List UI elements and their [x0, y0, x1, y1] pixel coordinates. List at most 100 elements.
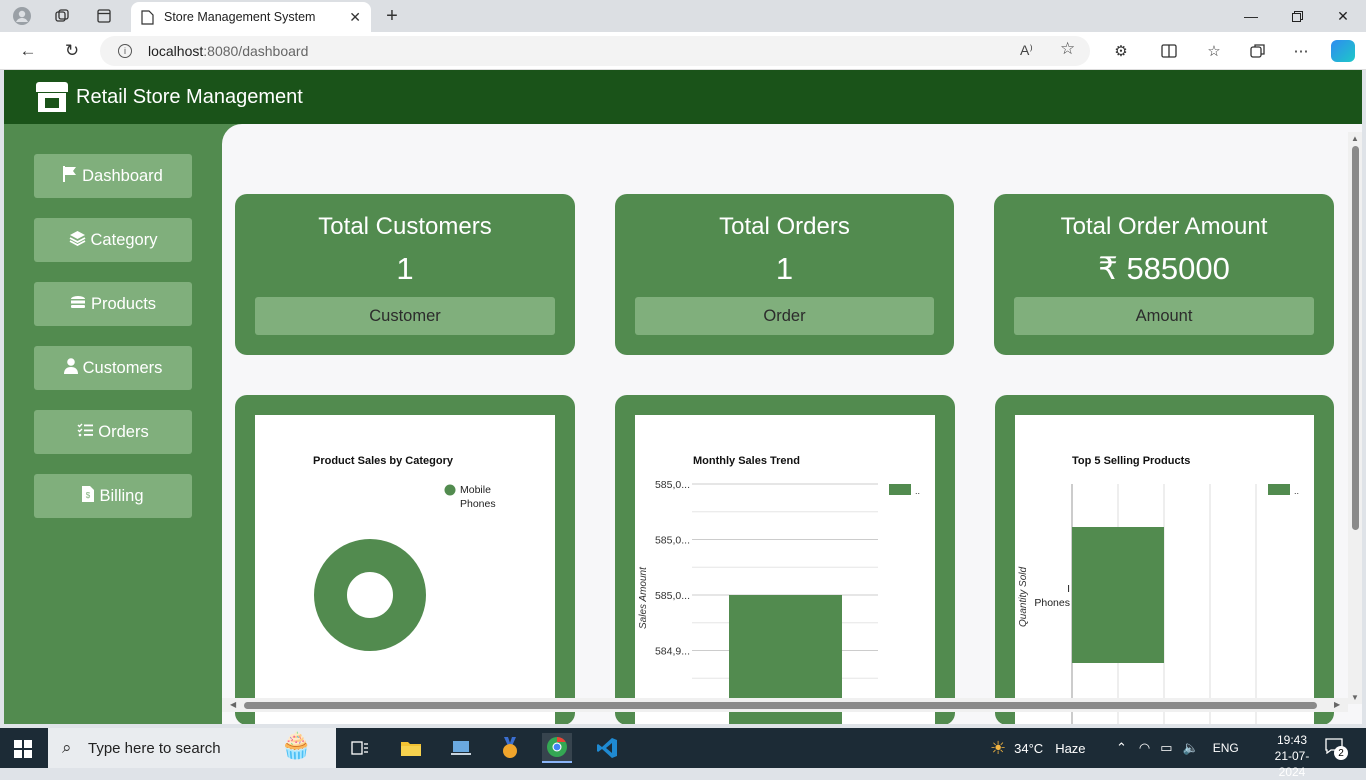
sidebar-item-customers[interactable]: Customers [34, 346, 192, 390]
sidebar-item-label: Category [90, 230, 158, 249]
layers-icon [69, 230, 86, 250]
profile-icon[interactable] [12, 6, 32, 26]
site-info-icon[interactable]: i [118, 44, 132, 58]
language-indicator[interactable]: ENG [1213, 741, 1239, 755]
new-tab-icon[interactable]: + [382, 5, 402, 27]
vertical-scrollbar[interactable]: ▲ ▼ [1348, 132, 1362, 704]
workspaces-icon[interactable] [52, 6, 72, 26]
stack-icon [70, 295, 86, 313]
legend-label: Phones [460, 498, 496, 510]
chart-panel: Monthly Sales Trend 585,0... 585,0... 585,0… [635, 415, 935, 724]
scroll-thumb[interactable] [1352, 146, 1359, 530]
stat-card-amount: Total Order Amount ₹ 585000 Amount [994, 194, 1334, 355]
legend-label: .. [1294, 486, 1299, 496]
tab-active[interactable]: Store Management System ✕ [131, 2, 371, 32]
scroll-down-icon[interactable]: ▼ [1351, 693, 1359, 702]
stat-value: ₹ 585000 [1098, 251, 1230, 286]
weather-widget[interactable]: ☀ 34°C Haze [990, 728, 1086, 768]
collections-icon[interactable] [1247, 40, 1269, 62]
chart-card-top-products: Top 5 Selling Products I Phones Quantity So… [995, 395, 1334, 724]
cupcake-icon: 🧁 [280, 730, 313, 760]
clock[interactable]: 19:43 21-07-2024 [1262, 732, 1322, 780]
minimize-icon[interactable]: — [1236, 4, 1266, 28]
pie-slice [314, 539, 426, 651]
chrome-icon[interactable] [542, 733, 572, 763]
notifications-icon[interactable]: 2 [1325, 738, 1348, 760]
sidebar-item-orders[interactable]: Orders [34, 410, 192, 454]
scroll-left-icon[interactable]: ◀ [230, 700, 236, 709]
chevron-up-icon[interactable]: ⌃ [1116, 740, 1127, 756]
order-button[interactable]: Order [635, 297, 934, 335]
sidebar-item-category[interactable]: Category [34, 218, 192, 262]
copilot-icon[interactable] [1331, 40, 1355, 62]
clock-time: 19:43 [1276, 733, 1308, 747]
sidebar-item-label: Products [90, 294, 157, 313]
stat-value: 1 [775, 251, 794, 286]
task-view-icon[interactable] [345, 733, 375, 763]
split-screen-icon[interactable] [1158, 40, 1180, 62]
browser-tab-bar: Store Management System ✕ + — ✕ [0, 0, 1366, 32]
more-menu-icon[interactable]: ⋯ [1290, 40, 1312, 62]
flag-icon [63, 166, 77, 186]
medal-app-icon[interactable] [495, 733, 525, 763]
main-content: Total Customers 1 Customer Total Orders … [222, 124, 1362, 724]
stat-title: Total Customers [318, 213, 492, 240]
close-tab-icon[interactable]: ✕ [349, 9, 361, 26]
laptop-app-icon[interactable] [446, 733, 476, 763]
sidebar-item-products[interactable]: Products [34, 282, 192, 326]
legend-swatch [444, 484, 456, 496]
customer-button[interactable]: Customer [255, 297, 555, 335]
monthly-bar-chart: Monthly Sales Trend585,0...585,0...585,0… [638, 455, 920, 724]
tab-actions-icon[interactable] [94, 6, 114, 26]
store-icon [36, 82, 68, 112]
read-aloud-icon[interactable]: A⁾ [1020, 42, 1033, 59]
chart-card-category: Product Sales by Category Mobile Phones [235, 395, 575, 724]
amount-button[interactable]: Amount [1014, 297, 1314, 335]
legend-label: Mobile [460, 484, 491, 496]
y-tick-label: 585,0... [655, 535, 690, 547]
sidebar-item-dashboard[interactable]: Dashboard [34, 154, 192, 198]
url-input[interactable]: i localhost:8080/dashboard [100, 36, 1090, 66]
search-placeholder: Type here to search [88, 739, 221, 757]
sidebar: Dashboard Category Products Customers Or… [4, 124, 222, 724]
stat-card-customers: Total Customers 1 Customer [235, 194, 575, 355]
sidebar-item-billing[interactable]: $ Billing [34, 474, 192, 518]
legend-swatch [1268, 484, 1290, 495]
search-icon: ⌕ [62, 738, 72, 757]
tray-icons: ⌃ ◠ ▭ 🔈 ENG [1116, 728, 1239, 768]
extensions-icon[interactable]: ⚙ [1110, 40, 1132, 62]
chart-title: Monthly Sales Trend [693, 455, 800, 467]
y-tick-label: 584,9... [655, 646, 690, 658]
sidebar-item-label: Customers [82, 358, 163, 377]
restore-icon[interactable] [1282, 4, 1312, 28]
scroll-right-icon[interactable]: ▶ [1334, 700, 1340, 709]
weather-desc: Haze [1055, 740, 1086, 756]
taskbar: ⌕ Type here to search 🧁 ☀ 34°C Haze ⌃ ◠ … [0, 728, 1366, 779]
vscode-icon[interactable] [592, 733, 622, 763]
windows-start-icon[interactable] [14, 740, 32, 758]
app-header: Retail Store Management [4, 70, 1362, 124]
horizontal-scrollbar[interactable]: ◀ ▶ [222, 698, 1348, 712]
volume-icon[interactable]: 🔈 [1183, 740, 1199, 756]
battery-icon[interactable]: ▭ [1160, 740, 1172, 756]
scroll-up-icon[interactable]: ▲ [1351, 134, 1359, 143]
category-pie-chart: Product Sales by Category Mobile Phones [313, 455, 496, 651]
taskbar-search-input[interactable]: ⌕ Type here to search 🧁 [48, 728, 336, 768]
chart-title: Product Sales by Category [313, 455, 454, 467]
app-title: Retail Store Management [76, 85, 303, 108]
weather-temp: 34°C [1014, 740, 1044, 756]
back-icon[interactable]: ← [16, 40, 40, 62]
svg-text:$: $ [86, 491, 91, 500]
close-window-icon[interactable]: ✕ [1328, 4, 1358, 28]
refresh-icon[interactable]: ↻ [60, 40, 84, 62]
file-explorer-icon[interactable] [396, 733, 426, 763]
url-path: :8080/dashboard [203, 43, 309, 59]
favorites-icon[interactable]: ☆ [1203, 40, 1225, 62]
chart-card-monthly: Monthly Sales Trend 585,0... 585,0... 585,0… [615, 395, 955, 724]
scroll-thumb[interactable] [244, 702, 1317, 709]
wifi-icon[interactable]: ◠ [1139, 740, 1150, 756]
stat-title: Total Order Amount [1060, 213, 1268, 240]
favorite-star-icon[interactable]: ☆ [1060, 39, 1075, 59]
stat-card-orders: Total Orders 1 Order [615, 194, 954, 355]
sidebar-item-label: Orders [98, 422, 149, 441]
